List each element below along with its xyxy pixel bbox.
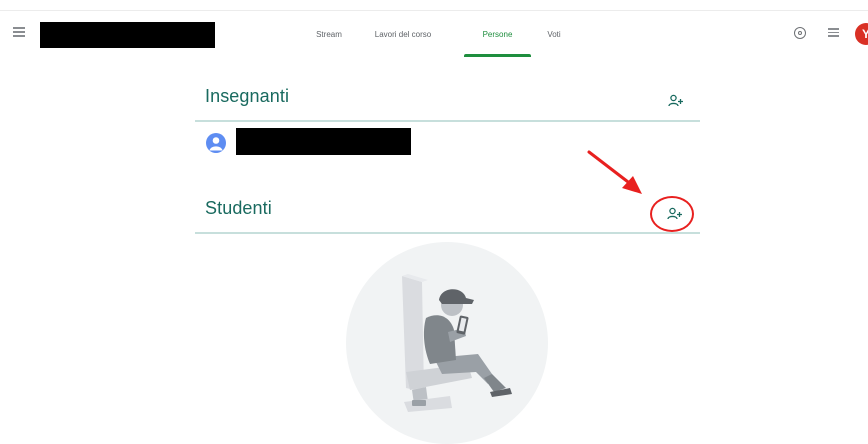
invite-teacher-button[interactable]: [668, 94, 684, 108]
teachers-section-title: Insegnanti: [205, 86, 290, 106]
active-tab-indicator: [464, 54, 531, 57]
apps-menu-icon[interactable]: [828, 28, 839, 37]
tab-persone[interactable]: Persone: [464, 11, 531, 57]
tab-stream-label: Stream: [316, 30, 342, 39]
annotation-arrow: [587, 150, 642, 194]
tab-voti-label: Voti: [547, 30, 561, 39]
tab-voti[interactable]: Voti: [544, 11, 564, 57]
teacher-avatar: [206, 133, 226, 153]
annotation-circle: [650, 196, 694, 232]
teachers-divider: [195, 120, 700, 122]
tab-persone-label: Persone: [482, 30, 513, 39]
tab-lavori-del-corso[interactable]: Lavori del corso: [373, 11, 433, 57]
person-add-icon: [668, 94, 683, 107]
empty-students-illustration: [346, 242, 548, 444]
students-divider: [195, 232, 700, 234]
class-title-redacted: [40, 22, 215, 48]
teacher-name-redacted: [236, 128, 411, 155]
account-avatar[interactable]: Y: [855, 23, 868, 45]
main-menu-button[interactable]: [13, 27, 25, 37]
top-app-bar: Stream Lavori del corso Persone Voti Y: [0, 10, 868, 57]
person-icon: [209, 137, 223, 151]
tab-lavori-label: Lavori del corso: [374, 30, 432, 39]
tab-stream[interactable]: Stream: [314, 11, 344, 57]
students-section-title: Studenti: [205, 198, 272, 218]
gear-icon[interactable]: [794, 27, 806, 39]
